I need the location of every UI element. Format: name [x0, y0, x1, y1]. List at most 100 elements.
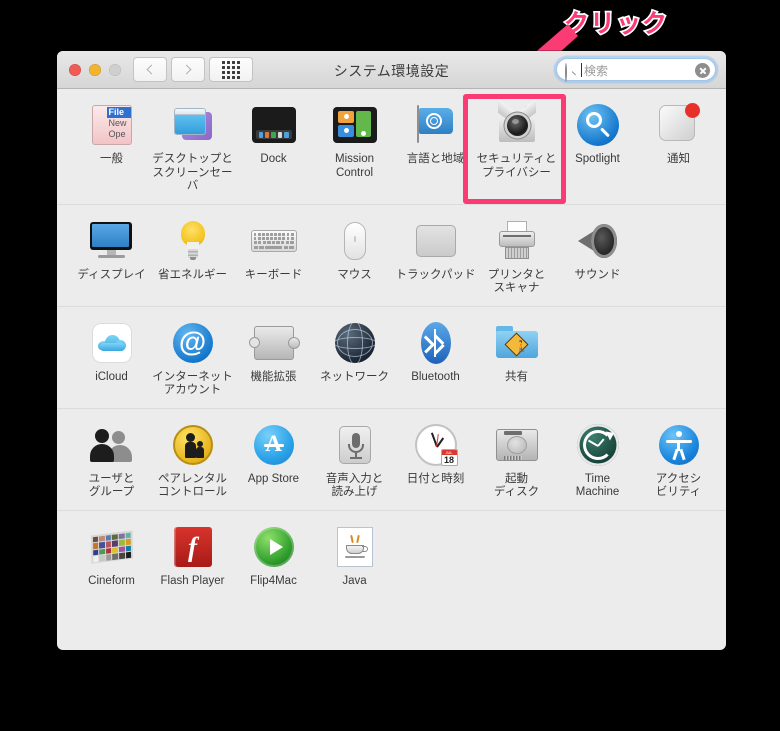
- pref-pane-printers-scanners[interactable]: プリンタと スキャナ: [476, 217, 557, 296]
- pane-label: 共有: [505, 370, 528, 383]
- icloud-icon: [88, 319, 136, 367]
- color-swatch: [92, 555, 98, 562]
- dictation-speech-icon: [331, 421, 379, 469]
- color-swatch: [112, 552, 118, 560]
- pref-pane-cineform[interactable]: Cineform: [71, 523, 152, 589]
- color-swatch: [111, 539, 118, 546]
- time-machine-icon: [574, 421, 622, 469]
- general-menu-row-1: File: [106, 107, 131, 118]
- pref-pane-parental-controls[interactable]: ペアレンタル コントロール: [152, 421, 233, 500]
- pref-pane-trackpad[interactable]: トラックパッド: [395, 217, 476, 283]
- pref-pane-extensions[interactable]: 機能拡張: [233, 319, 314, 385]
- calendar-day: 18: [443, 454, 454, 465]
- color-swatch: [98, 547, 105, 555]
- color-swatch: [111, 546, 118, 553]
- color-swatch: [118, 532, 125, 539]
- desktop-screensaver-icon: [169, 101, 217, 149]
- mouse-icon: [331, 217, 379, 265]
- pref-pane-app-store[interactable]: A App Store: [233, 421, 314, 487]
- pref-pane-bluetooth[interactable]: Bluetooth: [395, 319, 476, 385]
- pref-pane-desktop-screensaver[interactable]: デスクトップと スクリーンセーバ: [152, 101, 233, 194]
- security-privacy-icon: [493, 98, 541, 149]
- pane-label: 言語と地域: [406, 153, 465, 165]
- pref-pane-language-region[interactable]: 言語と地域: [395, 101, 476, 167]
- pane-label: Java: [342, 574, 367, 587]
- pref-pane-energy-saver[interactable]: 省エネルギー: [152, 217, 233, 283]
- pane-label: 通知: [667, 153, 690, 165]
- spotlight-icon: [574, 101, 622, 149]
- internet-accounts-icon: @: [169, 319, 217, 367]
- language-region-icon: [412, 101, 460, 149]
- parental-controls-icon: [169, 421, 217, 469]
- pane-label: ペアレンタル コントロール: [158, 472, 227, 499]
- row-personal: File New Ope 一般 デスクトップと スクリーンセーバ Dock Mi…: [57, 89, 726, 205]
- date-time-icon: JUL 18: [412, 421, 460, 469]
- search-placeholder: 検索: [584, 64, 609, 78]
- color-swatch: [105, 540, 111, 547]
- users-groups-icon: [88, 421, 136, 469]
- notification-badge: [684, 103, 700, 118]
- pref-pane-flash-player[interactable]: f Flash Player: [152, 523, 233, 589]
- mission-control-icon: [331, 101, 379, 149]
- pane-label: ユーザと グループ: [88, 472, 135, 499]
- screenshot-root: クリック クリック システム環境設定 検索 File New Ope 一般 デス…: [0, 0, 780, 731]
- color-swatch: [92, 542, 98, 549]
- pref-pane-accessibility[interactable]: アクセシ ビリティ: [638, 421, 719, 500]
- pref-pane-displays[interactable]: ディスプレイ: [71, 217, 152, 283]
- general-menu-row-2: New: [108, 118, 127, 128]
- pref-pane-dictation-speech[interactable]: 音声入力と 読み上げ: [314, 421, 395, 500]
- pane-label: 日付と時刻: [406, 472, 465, 485]
- pref-pane-spotlight[interactable]: Spotlight: [557, 101, 638, 167]
- color-swatch: [118, 538, 125, 546]
- row-system: ユーザとグループ ペアレンタルコントロール A App Store: [57, 409, 726, 511]
- color-swatch: [125, 538, 131, 545]
- pref-pane-sound[interactable]: サウンド: [557, 217, 638, 283]
- color-swatch: [105, 547, 112, 554]
- pref-pane-startup-disk[interactable]: 起動 ディスク: [476, 421, 557, 500]
- pane-label: サウンド: [574, 268, 621, 281]
- pref-pane-mouse[interactable]: マウス: [314, 217, 395, 283]
- pref-pane-security-privacy[interactable]: セキュリティと プライバシー: [476, 98, 557, 180]
- keyboard-icon: [250, 217, 298, 265]
- pane-label: インターネット アカウント: [152, 370, 233, 397]
- color-swatch: [98, 541, 105, 548]
- pane-label: Flip4Mac: [250, 574, 297, 587]
- pane-label: Mission Control: [335, 153, 374, 179]
- search-clear-button[interactable]: [695, 63, 710, 78]
- startup-disk-icon: [493, 421, 541, 469]
- pane-label: iCloud: [95, 370, 128, 383]
- pane-label: 機能拡張: [250, 370, 297, 383]
- search-area: 検索: [556, 58, 716, 82]
- pref-pane-dock[interactable]: Dock: [233, 101, 314, 167]
- pref-pane-sharing[interactable]: 🚶 共有: [476, 319, 557, 385]
- search-input[interactable]: 検索: [556, 58, 716, 82]
- pane-label: キーボード: [244, 268, 303, 281]
- pane-label: セキュリティと プライバシー: [476, 153, 557, 179]
- pref-pane-users-groups[interactable]: ユーザと グループ: [71, 421, 152, 500]
- color-swatch: [92, 548, 98, 555]
- color-swatch: [111, 533, 118, 540]
- pane-label: 起動 ディスク: [493, 472, 540, 499]
- color-swatch: [118, 551, 125, 559]
- sharing-icon: 🚶: [493, 319, 541, 367]
- pref-pane-network[interactable]: ネットワーク: [314, 319, 395, 385]
- pref-pane-general[interactable]: File New Ope 一般: [71, 101, 152, 167]
- pref-pane-keyboard[interactable]: キーボード: [233, 217, 314, 283]
- pref-pane-date-time[interactable]: JUL 18 日付と時刻: [395, 421, 476, 487]
- pref-pane-flip4mac[interactable]: Flip4Mac: [233, 523, 314, 589]
- pref-pane-internet-accounts[interactable]: @ インターネット アカウント: [152, 319, 233, 398]
- pref-pane-java[interactable]: Java: [314, 523, 395, 589]
- pane-label: Bluetooth: [411, 370, 460, 383]
- pane-label: Dock: [260, 153, 287, 165]
- color-swatch: [125, 531, 131, 538]
- pref-pane-mission-control[interactable]: Mission Control: [314, 101, 395, 180]
- energy-saver-icon: [169, 217, 217, 265]
- pref-pane-time-machine[interactable]: Time Machine: [557, 421, 638, 500]
- color-swatch: [105, 533, 111, 541]
- pref-pane-notifications[interactable]: 通知: [638, 101, 719, 167]
- displays-icon: [88, 217, 136, 265]
- pref-pane-icloud[interactable]: iCloud: [71, 319, 152, 385]
- color-swatch: [125, 544, 131, 551]
- pane-label: Cineform: [88, 574, 135, 587]
- notifications-icon: [655, 101, 703, 149]
